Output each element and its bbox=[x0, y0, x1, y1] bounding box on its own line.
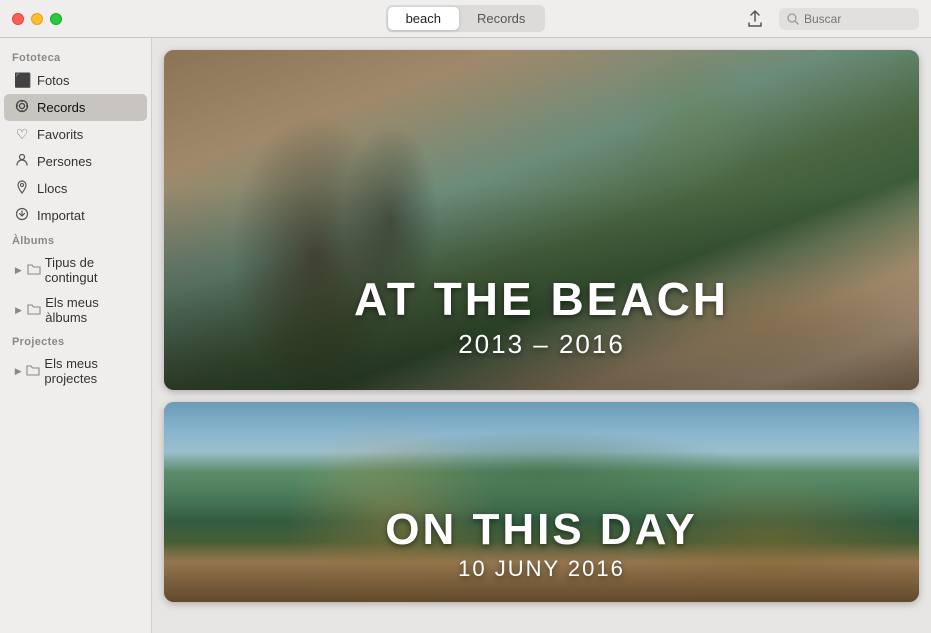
sidebar-importat-label: Importat bbox=[37, 208, 85, 223]
sidebar-item-importat[interactable]: Importat bbox=[4, 202, 147, 229]
tab-records[interactable]: beach bbox=[388, 7, 459, 30]
sidebar-tipus-label: Tipus de contingut bbox=[45, 255, 137, 285]
sidebar: Fototeca ⬛ Fotos Records ♡ Favorits bbox=[0, 38, 152, 633]
beach-card-subtitle: 2013 – 2016 bbox=[164, 329, 919, 360]
import-icon bbox=[14, 207, 30, 224]
expand-icon-3: ▶ bbox=[14, 366, 22, 377]
minimize-button[interactable] bbox=[31, 13, 43, 25]
search-input[interactable] bbox=[804, 12, 904, 26]
location-icon bbox=[14, 180, 30, 197]
traffic-lights bbox=[12, 13, 62, 25]
sidebar-section-fototeca: Fototeca bbox=[0, 46, 151, 67]
sidebar-meus-projectes-label: Els meus projectes bbox=[44, 356, 137, 386]
sidebar-section-albums: Àlbums bbox=[0, 229, 151, 250]
expand-icon-2: ▶ bbox=[14, 305, 23, 316]
sidebar-item-tipus[interactable]: ▶ Tipus de contingut bbox=[4, 250, 147, 290]
mountain-card-title: ON THIS DAY bbox=[164, 506, 919, 554]
beach-card-title: AT THE BEACH bbox=[164, 274, 919, 325]
sidebar-llocs-label: Llocs bbox=[37, 181, 67, 196]
memory-card-on-this-day[interactable]: ON THIS DAY 10 JUNY 2016 bbox=[164, 402, 919, 602]
close-button[interactable] bbox=[12, 13, 24, 25]
sidebar-item-records[interactable]: Records bbox=[4, 94, 147, 121]
records-icon bbox=[14, 99, 30, 116]
sidebar-meus-albums-label: Els meus àlbums bbox=[45, 295, 137, 325]
heart-icon: ♡ bbox=[14, 126, 30, 143]
maximize-button[interactable] bbox=[50, 13, 62, 25]
beach-card-text: AT THE BEACH 2013 – 2016 bbox=[164, 274, 919, 360]
tab-records-favorites-label: Records bbox=[477, 11, 525, 26]
main-layout: Fototeca ⬛ Fotos Records ♡ Favorits bbox=[0, 38, 931, 633]
share-button[interactable] bbox=[741, 5, 769, 33]
tab-bar: beach Records bbox=[386, 5, 546, 32]
folder-icon-3 bbox=[26, 364, 40, 379]
folder-icon bbox=[27, 263, 41, 278]
sidebar-fotos-label: Fotos bbox=[37, 73, 70, 88]
mountain-card-subtitle: 10 JUNY 2016 bbox=[164, 556, 919, 582]
content-area: AT THE BEACH 2013 – 2016 ON THIS DAY 10 … bbox=[152, 38, 931, 633]
sidebar-item-favorits[interactable]: ♡ Favorits bbox=[4, 121, 147, 148]
sidebar-item-llocs[interactable]: Llocs bbox=[4, 175, 147, 202]
sidebar-item-persones[interactable]: Persones bbox=[4, 148, 147, 175]
expand-icon: ▶ bbox=[14, 265, 23, 276]
tab-records-favorites[interactable]: Records bbox=[459, 7, 543, 30]
search-icon bbox=[787, 13, 799, 25]
photos-icon: ⬛ bbox=[14, 72, 30, 89]
sidebar-section-projectes: Projectes bbox=[0, 330, 151, 351]
folder-icon-2 bbox=[27, 303, 41, 318]
mountain-card-text: ON THIS DAY 10 JUNY 2016 bbox=[164, 506, 919, 582]
sidebar-item-meus-albums[interactable]: ▶ Els meus àlbums bbox=[4, 290, 147, 330]
sidebar-item-fotos[interactable]: ⬛ Fotos bbox=[4, 67, 147, 94]
sidebar-records-label: Records bbox=[37, 100, 85, 115]
memory-card-beach[interactable]: AT THE BEACH 2013 – 2016 bbox=[164, 50, 919, 390]
people-icon bbox=[14, 153, 30, 170]
titlebar: beach Records bbox=[0, 0, 931, 38]
search-bar[interactable] bbox=[779, 8, 919, 30]
sidebar-item-meus-projectes[interactable]: ▶ Els meus projectes bbox=[4, 351, 147, 391]
titlebar-right bbox=[741, 5, 919, 33]
sidebar-favorits-label: Favorits bbox=[37, 127, 83, 142]
sidebar-persones-label: Persones bbox=[37, 154, 92, 169]
